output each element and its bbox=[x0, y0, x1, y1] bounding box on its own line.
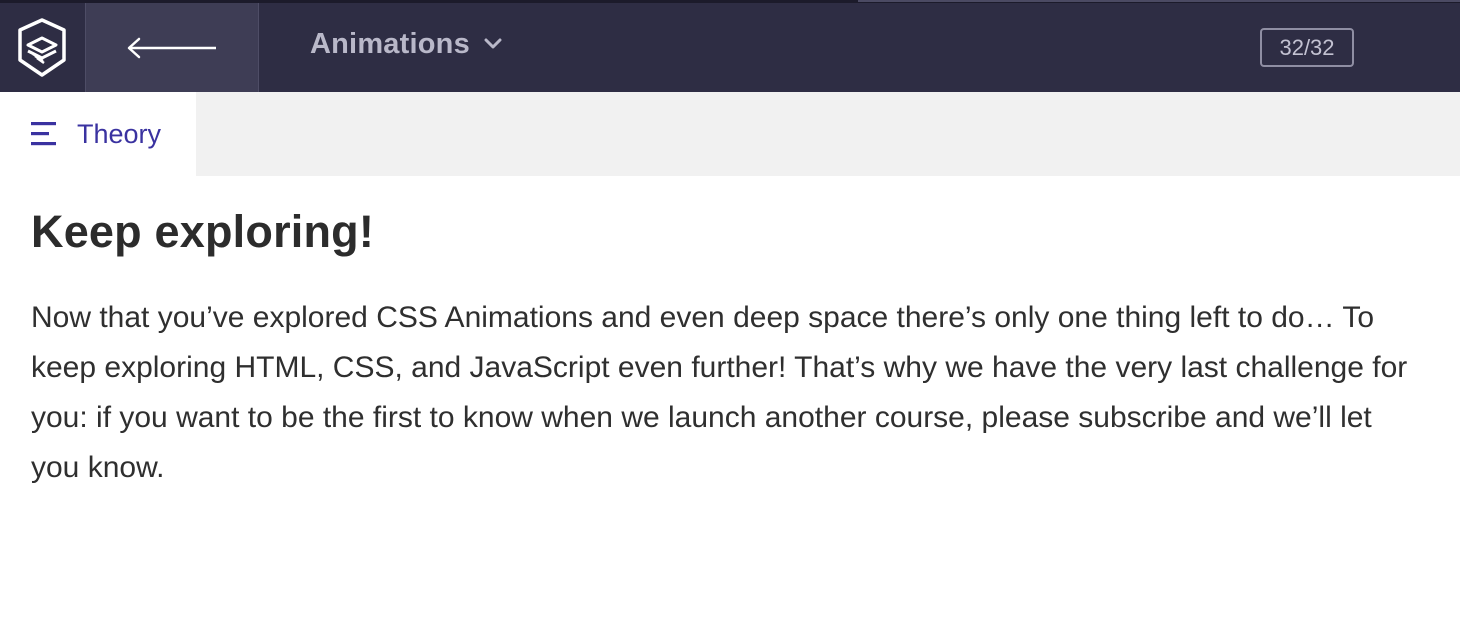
tab-theory[interactable]: Theory bbox=[0, 92, 196, 176]
shield-book-logo-icon bbox=[18, 17, 66, 77]
tab-label: Theory bbox=[77, 118, 162, 149]
topbar-edge-highlight bbox=[858, 0, 1460, 2]
logo[interactable] bbox=[0, 3, 84, 92]
lesson-content: Keep exploring! Now that you’ve explored… bbox=[31, 200, 1431, 493]
back-button[interactable] bbox=[85, 3, 259, 92]
lesson-body: Now that you’ve explored CSS Animations … bbox=[31, 301, 1408, 484]
course-title: Animations bbox=[310, 27, 470, 60]
chevron-down-icon bbox=[484, 38, 502, 49]
progress-badge: 32/32 bbox=[1260, 28, 1354, 67]
menu-lines-icon bbox=[31, 122, 56, 146]
lesson-title: Keep exploring! bbox=[31, 206, 375, 257]
tab-bar: Theory bbox=[0, 92, 1460, 176]
arrow-left-icon bbox=[127, 37, 216, 58]
top-navigation-bar: Animations 32/32 bbox=[0, 0, 1460, 92]
course-selector[interactable]: Animations bbox=[310, 24, 502, 64]
